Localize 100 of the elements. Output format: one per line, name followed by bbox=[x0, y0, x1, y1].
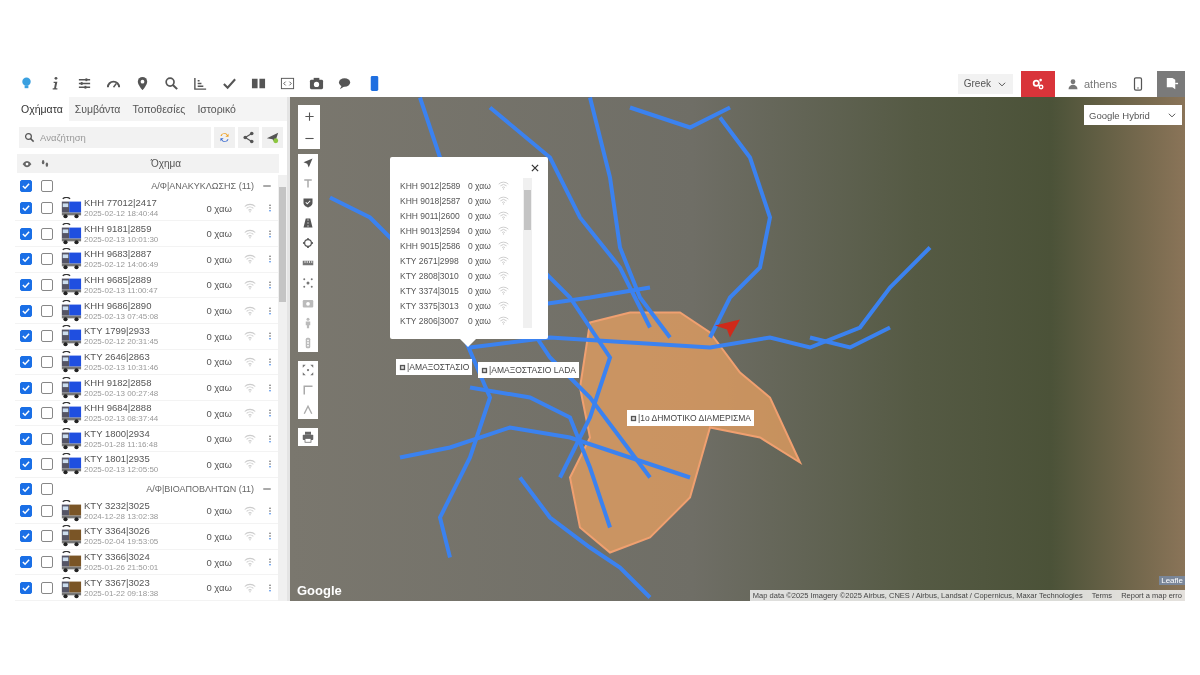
vehicle-plate[interactable]: ΚΗΗ 9686|2890 bbox=[84, 299, 207, 311]
checkbox[interactable] bbox=[41, 278, 53, 291]
tab[interactable]: Οχήματα bbox=[15, 97, 69, 121]
checkbox[interactable] bbox=[41, 253, 53, 266]
checkbox[interactable] bbox=[41, 581, 53, 594]
vehicle-plate[interactable]: ΚΗΗ 9683|2887 bbox=[84, 248, 207, 260]
corner-icon[interactable] bbox=[302, 384, 314, 396]
checkbox[interactable] bbox=[20, 330, 32, 343]
vehicle-plate[interactable]: ΚΗΗ 9015|2586 bbox=[400, 240, 468, 251]
cluster-icon[interactable] bbox=[302, 277, 314, 289]
vehicle-plate[interactable]: ΚΤΥ 3375|3013 bbox=[400, 300, 468, 311]
chart-icon[interactable] bbox=[193, 76, 208, 91]
checkbox[interactable] bbox=[20, 180, 32, 193]
chat-icon[interactable] bbox=[338, 76, 353, 91]
checkbox[interactable] bbox=[41, 407, 53, 420]
shield-icon[interactable] bbox=[302, 197, 314, 209]
group-title[interactable]: Α/Φ|ΒΙΟΑΠΟΒΛΗΤΩΝ (11) bbox=[57, 484, 262, 495]
vehicle-plate[interactable]: ΚΤΥ 3232|3025 bbox=[84, 499, 207, 511]
checkbox[interactable] bbox=[20, 458, 32, 471]
navigation-arrow-icon[interactable] bbox=[302, 157, 314, 169]
vehicle-plate[interactable]: ΚΗΗ 9684|2888 bbox=[84, 402, 207, 414]
print-icon[interactable] bbox=[302, 431, 314, 443]
vehicle-plate[interactable]: ΚΗΗ 9012|2589 bbox=[400, 180, 468, 191]
scrollbar[interactable] bbox=[278, 175, 287, 601]
checkbox[interactable] bbox=[41, 227, 53, 240]
fullscreen-icon[interactable] bbox=[302, 364, 314, 376]
camera-icon[interactable] bbox=[309, 76, 324, 91]
language-select[interactable]: Greek bbox=[957, 73, 1013, 94]
send-button[interactable] bbox=[262, 127, 283, 148]
checkbox[interactable] bbox=[41, 330, 53, 343]
speed-status: 0 χαω bbox=[206, 228, 232, 240]
tab[interactable]: Τοποθεσίες bbox=[126, 97, 192, 121]
vehicle-plate[interactable]: ΚΗΗ 9182|2858 bbox=[84, 376, 207, 388]
checkbox[interactable] bbox=[41, 180, 53, 193]
checkbox[interactable] bbox=[20, 504, 32, 517]
username[interactable]: athens bbox=[1083, 77, 1117, 90]
vehicle-plate[interactable]: ΚΤΥ 2806|3007 bbox=[400, 315, 468, 326]
column-header[interactable]: Όχημα bbox=[53, 158, 279, 169]
vehicle-plate[interactable]: ΚΤΥ 3364|3026 bbox=[84, 525, 207, 537]
tab[interactable]: Συμβάντα bbox=[68, 97, 127, 121]
checkbox[interactable] bbox=[20, 278, 32, 291]
vehicle-plate[interactable]: ΚΗΗ 9013|2594 bbox=[400, 225, 468, 236]
checkbox[interactable] bbox=[41, 483, 53, 496]
checkbox[interactable] bbox=[41, 432, 53, 445]
checkbox[interactable] bbox=[20, 581, 32, 594]
circle-nodes-icon[interactable] bbox=[302, 237, 314, 249]
checkbox[interactable] bbox=[20, 202, 32, 215]
checkbox[interactable] bbox=[20, 381, 32, 394]
share-button[interactable] bbox=[238, 127, 259, 148]
vehicle-plate[interactable]: ΚΤΥ 1799|2933 bbox=[84, 325, 207, 337]
satellite-map-picture[interactable] bbox=[290, 97, 1185, 601]
lightbulb-icon[interactable] bbox=[19, 76, 34, 91]
vehicle-plate[interactable]: ΚΤΥ 3366|3024 bbox=[84, 551, 207, 563]
vehicle-plate[interactable]: ΚΗΗ 9181|2859 bbox=[84, 222, 207, 234]
checkbox[interactable] bbox=[41, 504, 53, 517]
leaflet-link[interactable]: Leafle bbox=[1159, 576, 1185, 585]
checkbox[interactable] bbox=[41, 304, 53, 317]
checkmark-icon[interactable] bbox=[222, 76, 237, 91]
vehicle-plate[interactable]: ΚΤΥ 2808|3010 bbox=[400, 270, 468, 281]
search-field[interactable]: Αναζήτηση bbox=[19, 127, 211, 148]
vehicle-plate[interactable]: ΚΗΗ 9685|2889 bbox=[84, 273, 207, 285]
checkbox[interactable] bbox=[41, 355, 53, 368]
checkbox[interactable] bbox=[20, 253, 32, 266]
sliders-icon[interactable] bbox=[77, 76, 92, 91]
checkbox[interactable] bbox=[41, 202, 53, 215]
phone-icon[interactable] bbox=[1131, 75, 1145, 92]
caret-up-icon[interactable] bbox=[302, 404, 314, 416]
checkbox[interactable] bbox=[41, 381, 53, 394]
checkbox[interactable] bbox=[41, 530, 53, 543]
vehicle-plate[interactable]: ΚΤΥ 2671|2998 bbox=[400, 255, 468, 266]
truck-icon bbox=[60, 197, 82, 220]
scrollbar[interactable] bbox=[523, 178, 532, 328]
checkbox[interactable] bbox=[20, 355, 32, 368]
checkbox[interactable] bbox=[20, 407, 32, 420]
search-icon[interactable] bbox=[164, 76, 179, 91]
road-icon[interactable] bbox=[302, 217, 314, 229]
checkbox[interactable] bbox=[20, 483, 32, 496]
checkbox[interactable] bbox=[41, 556, 53, 569]
checkbox[interactable] bbox=[20, 304, 32, 317]
checkbox[interactable] bbox=[20, 227, 32, 240]
vehicle-plate[interactable]: ΚΤΥ 3367|3023 bbox=[84, 576, 207, 588]
location-pin-icon[interactable] bbox=[135, 76, 150, 91]
vehicle-plate[interactable]: ΚΤΥ 3374|3015 bbox=[400, 285, 468, 296]
vehicle-plate[interactable]: ΚΤΥ 2646|2863 bbox=[84, 350, 207, 362]
tab[interactable]: Ιστορικό bbox=[191, 97, 242, 121]
vehicle-plate[interactable]: ΚΗΗ 9011|2600 bbox=[400, 210, 468, 221]
vehicle-plate[interactable]: ΚΗΗ 77012|2417 bbox=[84, 197, 207, 209]
vehicle-plate[interactable]: ΚΗΗ 9018|2587 bbox=[400, 195, 468, 206]
settings-button[interactable] bbox=[1020, 70, 1055, 97]
vehicle-plate[interactable]: ΚΤΥ 1801|2935 bbox=[84, 453, 207, 465]
checkbox[interactable] bbox=[20, 432, 32, 445]
layer-select[interactable]: Google Hybrid bbox=[1084, 105, 1182, 125]
code-icon[interactable] bbox=[280, 76, 295, 91]
checkbox[interactable] bbox=[20, 530, 32, 543]
group-title[interactable]: Α/Φ|ΑΝΑΚΥΚΛΩΣΗΣ (11) bbox=[57, 181, 262, 192]
checkbox[interactable] bbox=[20, 556, 32, 569]
vehicle-plate[interactable]: ΚΤΥ 1800|2934 bbox=[84, 427, 207, 439]
logout-button[interactable] bbox=[1157, 70, 1185, 97]
arrow-marker-icon[interactable] bbox=[715, 319, 740, 338]
checkbox[interactable] bbox=[41, 458, 53, 471]
